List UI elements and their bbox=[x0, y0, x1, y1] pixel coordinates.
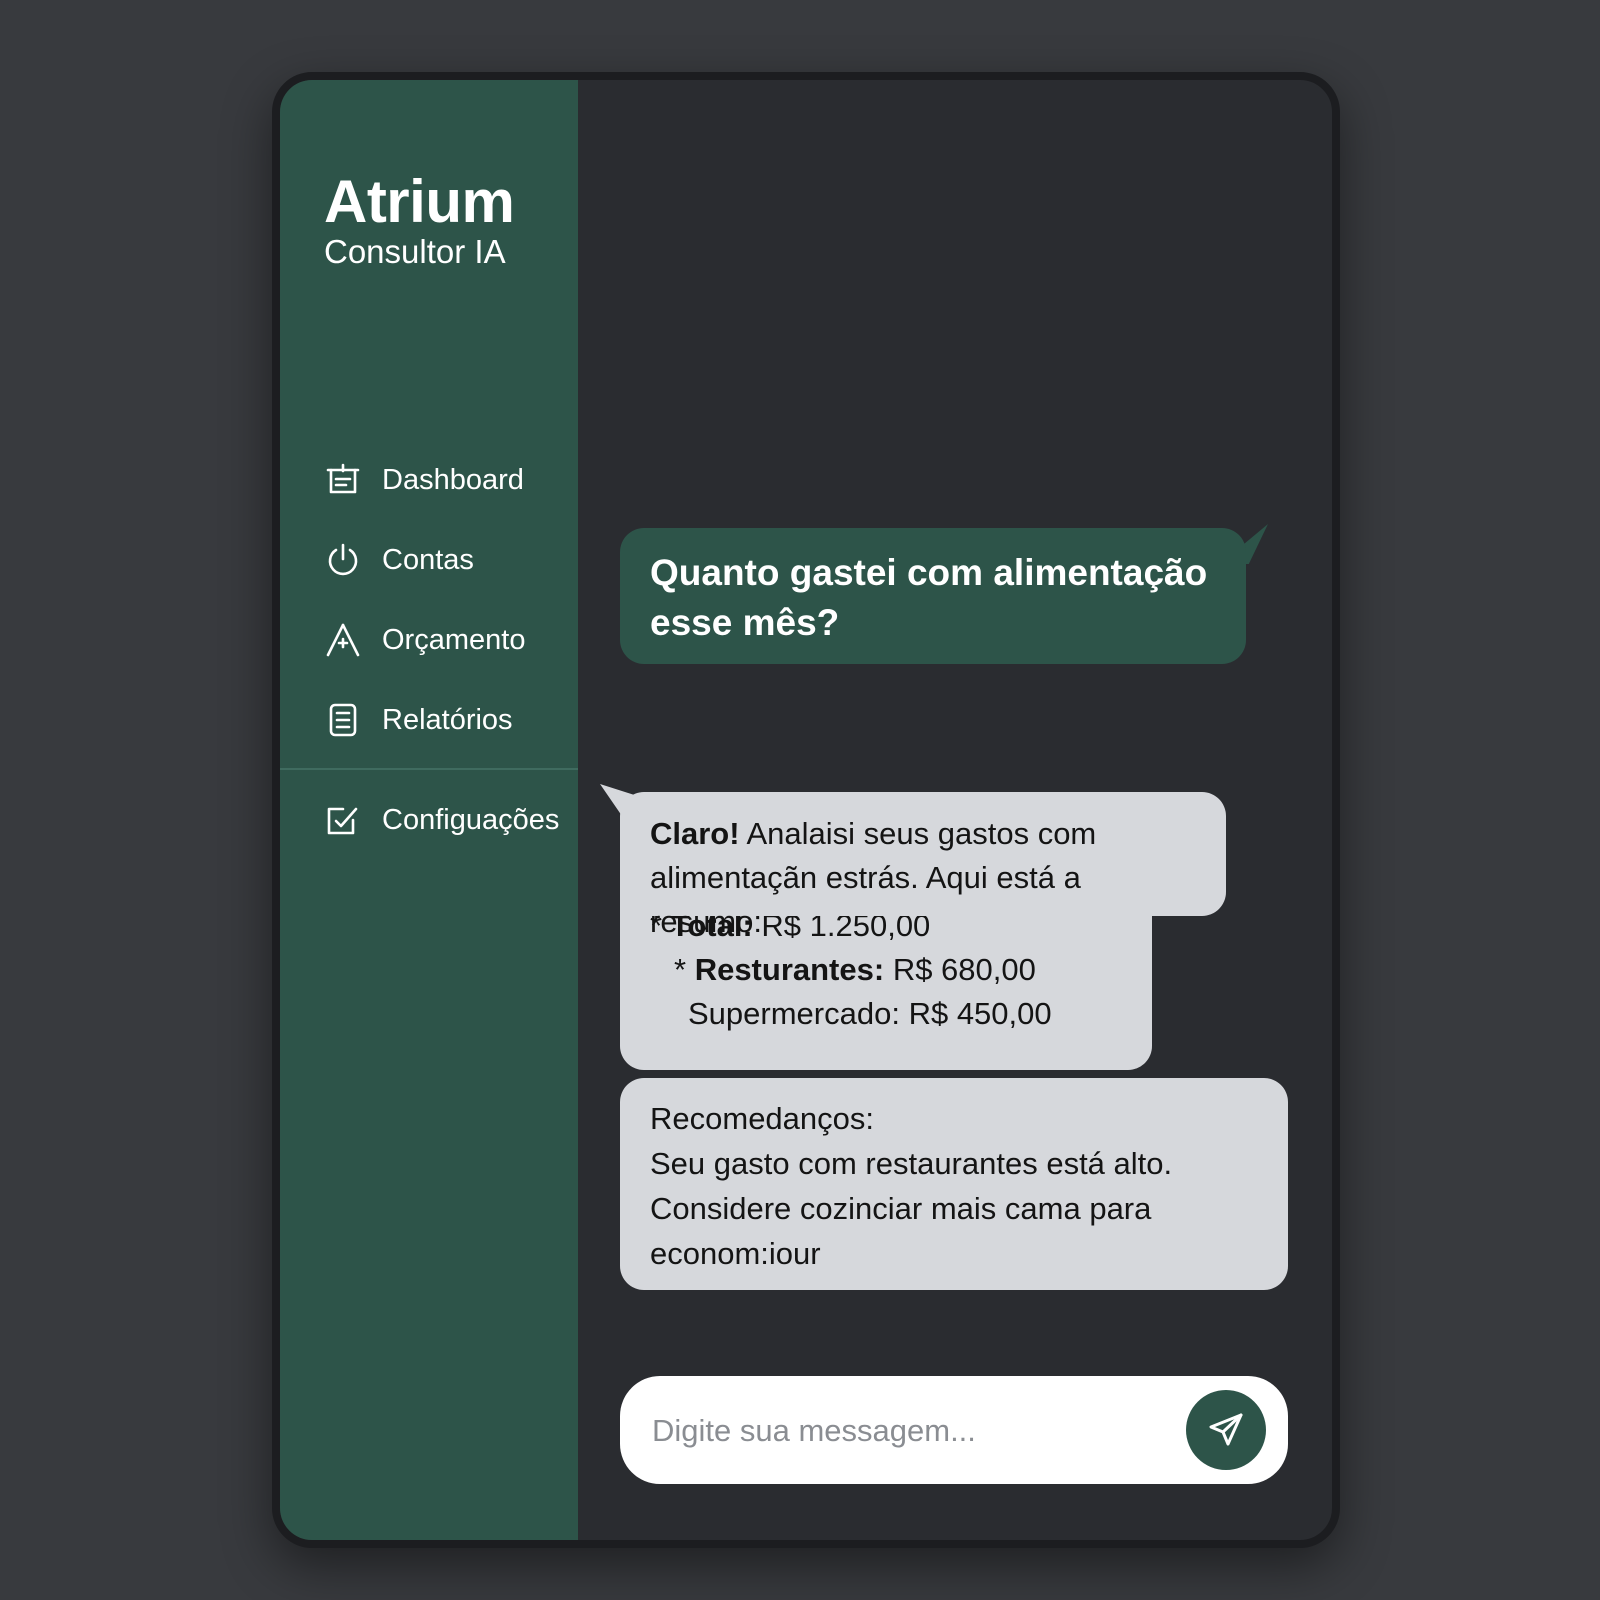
brand: Atrium Consultor IA bbox=[324, 168, 515, 272]
ai-intro-line-1: Claro! Analaisi seus gastos com bbox=[650, 816, 1097, 851]
sidebar: Atrium Consultor IA Dashboard Contas Orç… bbox=[280, 80, 578, 1540]
sidebar-nav: Dashboard Contas Orçamento Relatórios Co… bbox=[280, 440, 578, 860]
summary-supermercado: Supermercado: R$ 450,00 bbox=[688, 996, 1052, 1031]
recommendation-line-3: econom:iour bbox=[650, 1236, 821, 1271]
dashboard-icon bbox=[324, 461, 362, 499]
send-icon bbox=[1209, 1413, 1243, 1446]
edit-check-icon bbox=[324, 801, 362, 839]
report-icon bbox=[324, 701, 362, 739]
sidebar-item-configuracoes[interactable]: Configuações bbox=[280, 780, 578, 860]
ai-intro-line-2: alimentaçãn estrás. Aqui está a resumo: bbox=[650, 860, 1081, 939]
summary-restaurantes: * Resturantes: R$ 680,00 bbox=[674, 952, 1036, 987]
message-composer bbox=[620, 1376, 1288, 1484]
user-message-text: Quanto gastei com alimentação esse mês? bbox=[650, 552, 1208, 643]
send-button[interactable] bbox=[1186, 1390, 1266, 1470]
recommendation-line-2: Considere cozinciar mais cama para bbox=[650, 1191, 1152, 1226]
brand-name: Atrium bbox=[324, 168, 515, 235]
sidebar-item-label: Configuações bbox=[382, 803, 560, 836]
chat-panel: Quanto gastei com alimentação esse mês? … bbox=[578, 80, 1332, 1540]
sidebar-item-contas[interactable]: Contas bbox=[280, 520, 578, 600]
recommendation-title: Recomedanços: bbox=[650, 1101, 875, 1136]
user-message-bubble: Quanto gastei com alimentação esse mês? bbox=[620, 528, 1246, 664]
sidebar-divider bbox=[280, 768, 578, 770]
sidebar-item-label: Orçamento bbox=[382, 623, 526, 656]
ai-recommendation-bubble: Recomedanços: Seu gasto com restaurantes… bbox=[620, 1078, 1288, 1290]
sidebar-item-dashboard[interactable]: Dashboard bbox=[280, 440, 578, 520]
sidebar-item-relatorios[interactable]: Relatórios bbox=[280, 680, 578, 760]
app-window: Atrium Consultor IA Dashboard Contas Orç… bbox=[272, 72, 1340, 1548]
sidebar-item-label: Dashboard bbox=[382, 463, 524, 496]
power-icon bbox=[324, 541, 362, 579]
brand-subtitle: Consultor IA bbox=[324, 233, 506, 270]
sidebar-item-label: Relatórios bbox=[382, 703, 513, 736]
sidebar-item-label: Contas bbox=[382, 543, 474, 576]
recommendation-line-1: Seu gasto com restaurantes está alto. bbox=[650, 1146, 1173, 1181]
ai-intro-bubble: Claro! Analaisi seus gastos com alimenta… bbox=[620, 792, 1226, 939]
triangle-icon bbox=[324, 621, 362, 659]
sidebar-item-orcamento[interactable]: Orçamento bbox=[280, 600, 578, 680]
message-input[interactable] bbox=[650, 1402, 1174, 1460]
